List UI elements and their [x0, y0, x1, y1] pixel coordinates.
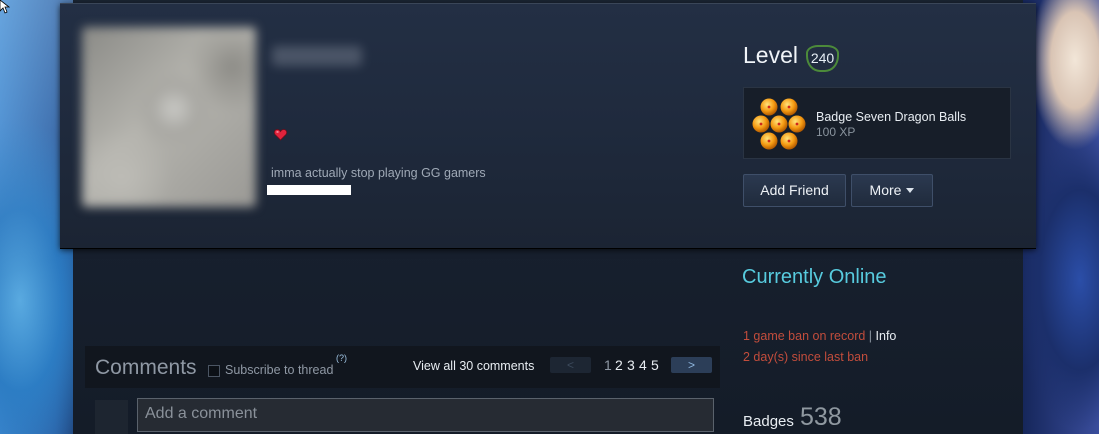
add-friend-label: Add Friend [760, 182, 829, 198]
badge-name[interactable]: Badge Seven Dragon Balls [816, 110, 966, 124]
view-all-comments-link[interactable]: View all 30 comments [413, 359, 534, 373]
days-since-ban: 2 day(s) since last ban [743, 350, 869, 364]
page-link-3[interactable]: 3 [627, 357, 635, 373]
avatar[interactable] [82, 27, 256, 207]
chevron-down-icon [906, 188, 915, 193]
more-button[interactable]: More [851, 174, 933, 207]
comments-title: Comments [95, 356, 197, 379]
level-label: Level [743, 42, 798, 68]
subscribe-label[interactable]: Subscribe to thread [225, 363, 333, 377]
comment-input[interactable]: Add a comment [137, 398, 714, 432]
ban-record: 1 game ban on record | Info [743, 329, 896, 343]
ban-record-text: 1 game ban on record [743, 329, 866, 343]
header-divider [60, 248, 1036, 249]
online-status: Currently Online [742, 266, 887, 288]
page-link-4[interactable]: 4 [639, 357, 647, 373]
redaction-bar [267, 185, 351, 195]
add-friend-button[interactable]: Add Friend [743, 174, 846, 207]
subscribe-checkbox[interactable] [208, 365, 220, 377]
badges-label[interactable]: Badges [743, 413, 794, 430]
badge-xp: 100 XP [816, 125, 856, 139]
prev-page-button[interactable]: < [550, 357, 591, 373]
persona-name [272, 46, 362, 66]
ban-info-link[interactable]: Info [876, 329, 897, 343]
page-link-5[interactable]: 5 [651, 357, 659, 373]
page-link-2[interactable]: 2 [615, 357, 623, 373]
commenter-avatar [95, 400, 128, 434]
subscribe-help-link[interactable]: (?) [336, 353, 347, 363]
heart-icon [274, 129, 287, 141]
level-badge[interactable]: 240 [806, 45, 839, 72]
dragonballs-icon [752, 98, 806, 150]
next-page-button[interactable]: > [671, 357, 712, 373]
profile-summary: imma actually stop playing GG gamers [271, 166, 486, 180]
more-label: More [869, 182, 902, 198]
page-link-1[interactable]: 1 [604, 357, 612, 373]
ban-separator: | [868, 329, 873, 343]
mouse-cursor-icon [0, 0, 10, 14]
badges-count[interactable]: 538 [800, 403, 842, 432]
